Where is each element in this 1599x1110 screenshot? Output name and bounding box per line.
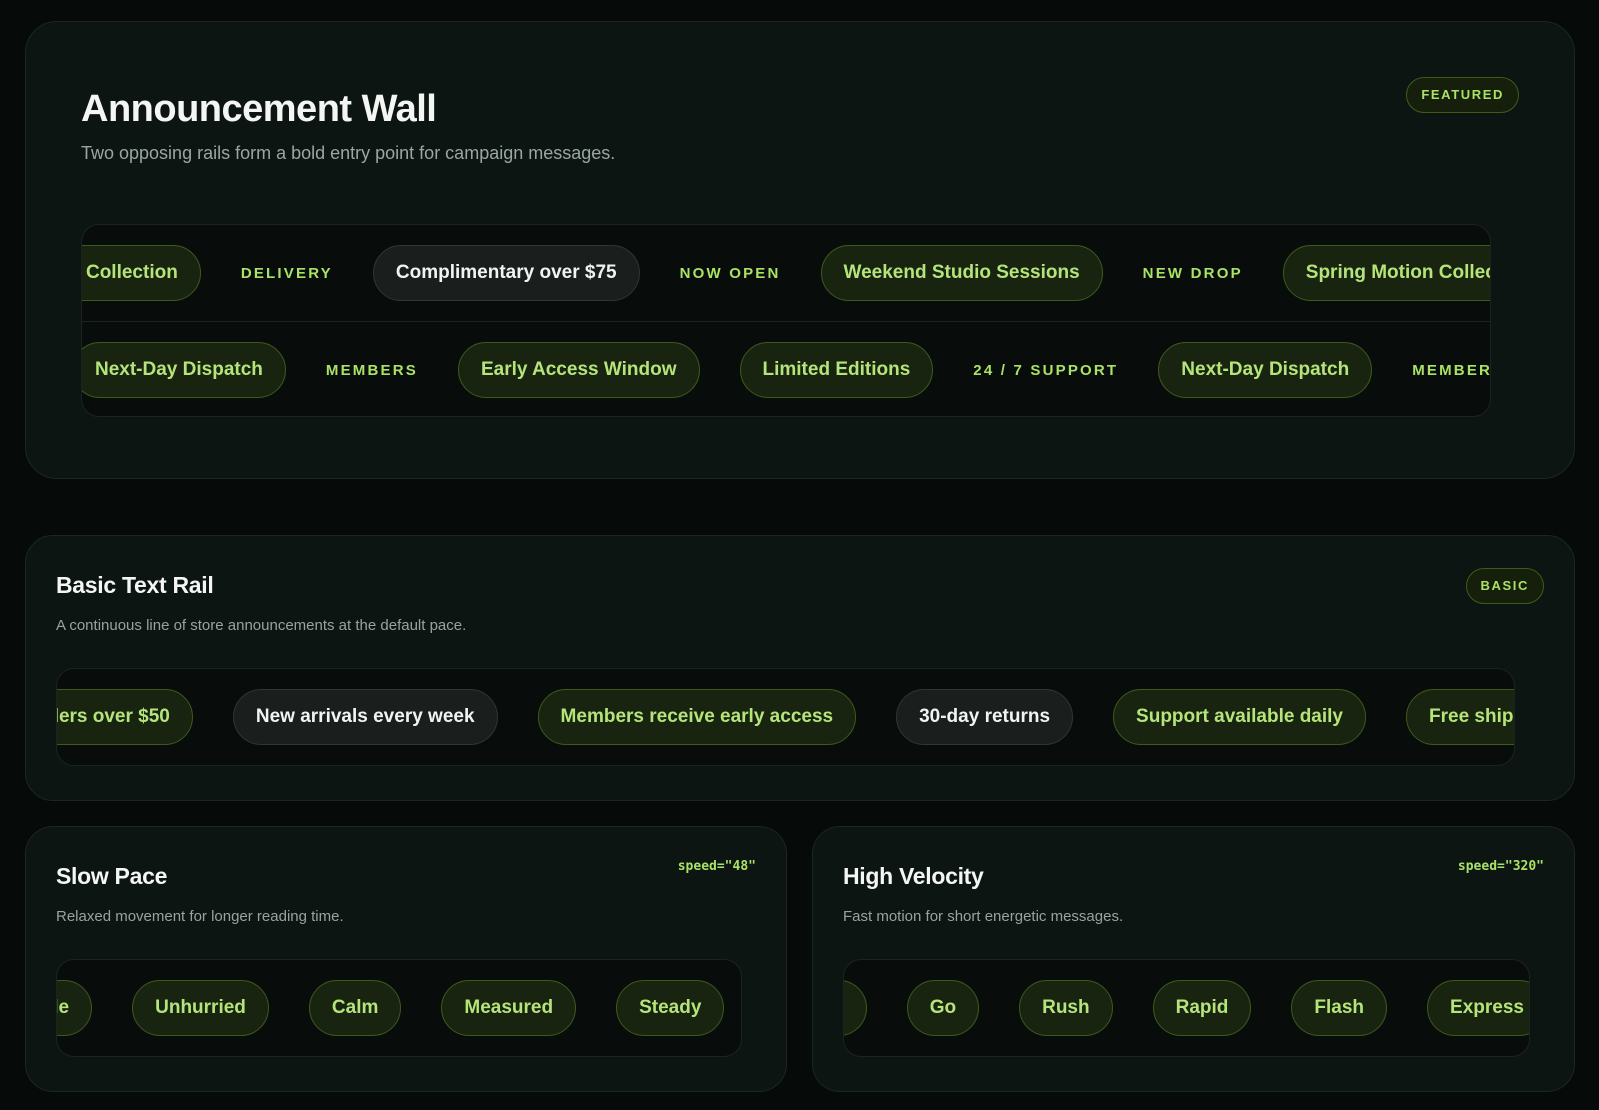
announcement-pill: Spring Motion Collection [1282, 245, 1490, 301]
page-title: Announcement Wall [81, 88, 437, 130]
announcement-pill: Rush [1019, 980, 1113, 1036]
rail-track: Next-Day Dispatch MEMBERS Early Access Win… [82, 322, 1490, 416]
announcement-pill: Unhurried [132, 980, 269, 1036]
rail-tag: NOW OPEN [679, 264, 781, 282]
speed-attribute: speed="48" [677, 859, 756, 874]
card-title: Slow Pace [56, 863, 168, 889]
card-title: Basic Text Rail [56, 572, 214, 598]
page-subtitle: Two opposing rails form a bold entry poi… [81, 143, 616, 163]
slow-rail: GentleUnhurriedCalmMeasuredSteadyGentle [56, 959, 742, 1057]
announcement-pill: Calm [308, 980, 402, 1036]
announcement-pill: Go [906, 980, 980, 1036]
announcement-pill: Complimentary over $75 [372, 245, 640, 301]
announcement-pill: Gentle [57, 980, 93, 1036]
basic-text-rail-card: Basic Text Rail A continuous line of sto… [25, 535, 1575, 801]
rail-tag: 24 / 7 SUPPORT [973, 361, 1119, 379]
card-subtitle: A continuous line of store announcements… [56, 617, 467, 634]
rail-track: Spring Motion Collection DELIVERY Complime… [82, 225, 1490, 321]
rail-track: GentleUnhurriedCalmMeasuredSteadyGentle [57, 960, 741, 1056]
rail-tag: NEW DROP [1142, 264, 1243, 282]
card-subtitle: Fast motion for short energetic messages… [843, 908, 1124, 925]
announcement-pill: Support available daily [1113, 689, 1366, 745]
rail-forward: Spring Motion Collection DELIVERY Complime… [82, 225, 1490, 322]
announcement-pill: Rapid [1152, 980, 1252, 1036]
featured-badge: FEATURED [1406, 77, 1519, 113]
announcement-pill: Free shipping on orders over $50 [1406, 689, 1514, 745]
announcement-pill: Free shipping on orders over $50 [57, 689, 193, 745]
announcement-pill: Limited Editions [739, 342, 934, 398]
announcement-pill: Measured [441, 980, 577, 1036]
rail-track: Free shipping on orders over $50 New arri… [57, 669, 1514, 765]
basic-badge: BASIC [1465, 568, 1544, 604]
rail-track: Zoom Go Rush Rapid Flash Express [844, 960, 1529, 1056]
announcement-wall-card: Announcement Wall Two opposing rails for… [25, 21, 1575, 479]
announcement-pill: 30-day returns [896, 689, 1074, 745]
speed-attribute: speed="320" [1457, 859, 1544, 874]
rail-tag: MEMBERS [1412, 361, 1490, 379]
announcement-pill: Weekend Studio Sessions [820, 245, 1103, 301]
card-subtitle: Relaxed movement for longer reading time… [56, 908, 344, 925]
high-velocity-card: High Velocity Fast motion for short ener… [812, 826, 1575, 1092]
rail-tag: MEMBERS [325, 361, 418, 379]
rail-reverse: Next-Day Dispatch MEMBERS Early Access Win… [82, 322, 1490, 416]
announcement-pill: New arrivals every week [232, 689, 498, 745]
fast-rail: Zoom Go Rush Rapid Flash Express [843, 959, 1530, 1057]
announcement-pill: Spring Motion Collection [82, 245, 201, 301]
announcement-pill: Members receive early access [537, 689, 857, 745]
card-title: High Velocity [843, 863, 984, 889]
announcement-pill: Zoom [844, 980, 867, 1036]
announcement-pill: Early Access Window [457, 342, 700, 398]
announcement-pill: Express [1427, 980, 1529, 1036]
slow-pace-card: Slow Pace Relaxed movement for longer re… [25, 826, 787, 1092]
rail-tag: DELIVERY [240, 264, 333, 282]
text-rail: Free shipping on orders over $50 New arri… [56, 668, 1515, 766]
announcement-pill: Steady [616, 980, 725, 1036]
announcement-pill: Next-Day Dispatch [1158, 342, 1373, 398]
opposing-rails: Spring Motion Collection DELIVERY Complime… [81, 224, 1491, 417]
announcement-pill: Flash [1291, 980, 1388, 1036]
announcement-pill: Next-Day Dispatch [82, 342, 286, 398]
